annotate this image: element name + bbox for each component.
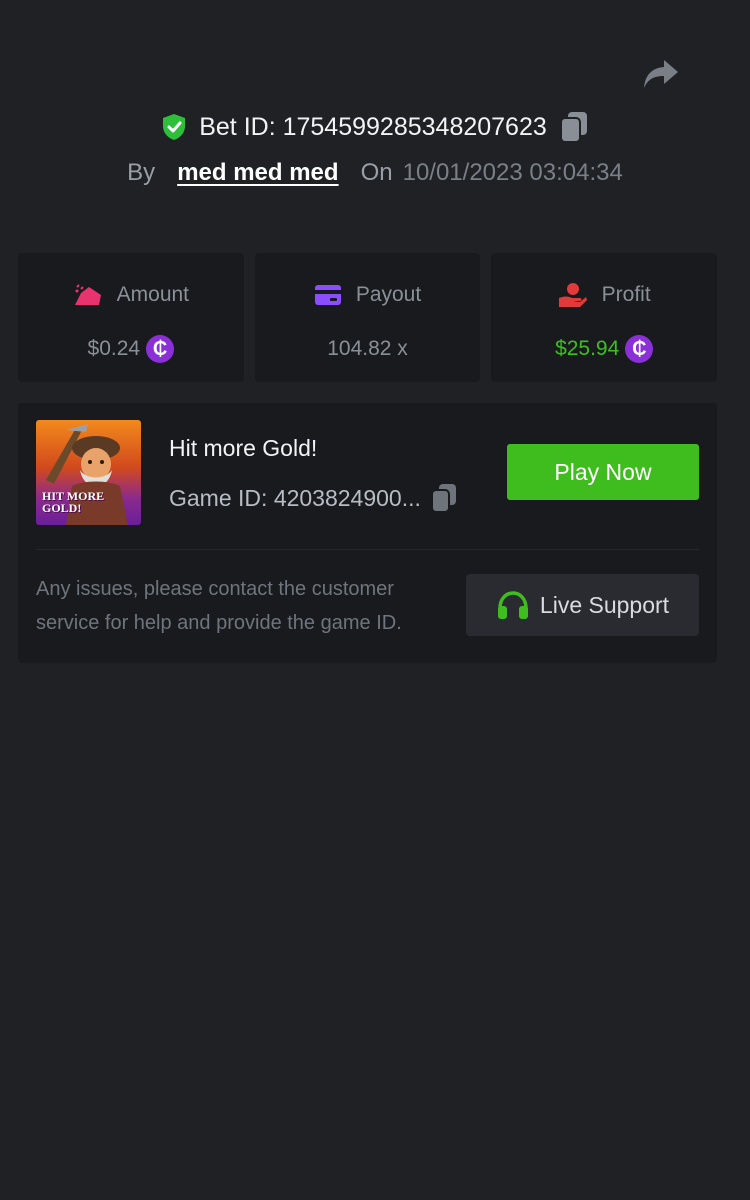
game-thumbnail[interactable]: HIT MORE GOLD! bbox=[36, 420, 141, 525]
stat-amount-value-row: $0.24 ₵ bbox=[88, 332, 175, 366]
amount-icon bbox=[74, 284, 101, 305]
bet-id-text: Bet ID: 1754599285348207623 bbox=[199, 113, 547, 142]
stat-payout-head: Payout bbox=[314, 281, 421, 309]
stat-amount: Amount $0.24 ₵ bbox=[18, 253, 244, 382]
live-support-label: Live Support bbox=[539, 591, 670, 618]
share-icon bbox=[644, 60, 678, 88]
bet-datetime: 10/01/2023 03:04:34 bbox=[402, 159, 623, 186]
stat-profit-head: Profit bbox=[558, 281, 651, 309]
stat-profit-value: $25.94 bbox=[555, 337, 620, 360]
game-card: HIT MORE GOLD! Hit more Gold! Game ID: 4… bbox=[18, 403, 717, 663]
help-text: Any issues, please contact the customer … bbox=[36, 578, 402, 634]
share-button[interactable] bbox=[640, 56, 682, 92]
stat-amount-value: $0.24 bbox=[87, 337, 141, 360]
stat-profit-value-row: $25.94 ₵ bbox=[555, 332, 654, 366]
stat-amount-head: Amount bbox=[73, 281, 189, 309]
copy-bet-id-button[interactable] bbox=[559, 110, 589, 144]
stat-payout: Payout 104.82 x bbox=[254, 253, 481, 382]
headphones-icon bbox=[497, 591, 528, 619]
hand-coin-icon bbox=[558, 283, 587, 307]
by-label: By bbox=[127, 159, 156, 186]
on-label: On bbox=[360, 159, 393, 186]
bet-id-label: Bet ID: bbox=[199, 112, 276, 141]
stat-profit-label: Profit bbox=[601, 283, 651, 306]
copy-icon bbox=[559, 112, 587, 143]
card-icon bbox=[314, 285, 341, 305]
stat-amount-label: Amount bbox=[116, 283, 190, 306]
game-thumbnail-title: HIT MORE GOLD! bbox=[42, 490, 104, 514]
live-support-button[interactable]: Live Support bbox=[466, 574, 699, 636]
game-id-text: Game ID: 4203824900... bbox=[169, 485, 421, 512]
stat-payout-label: Payout bbox=[355, 283, 422, 306]
coin-icon: ₵ bbox=[146, 335, 175, 363]
game-id-row: Game ID: 4203824900... bbox=[169, 481, 459, 515]
bet-meta-row: By med med med On 10/01/2023 03:04:34 bbox=[0, 156, 750, 190]
game-id-label: Game ID: bbox=[169, 484, 268, 511]
copy-game-id-button[interactable] bbox=[429, 481, 459, 515]
stat-payout-value: 104.82 x bbox=[327, 337, 408, 360]
coin-icon: ₵ bbox=[625, 335, 654, 363]
game-thumbnail-line2: GOLD! bbox=[42, 501, 82, 515]
username-link[interactable]: med med med bbox=[177, 159, 338, 187]
copy-icon bbox=[430, 484, 456, 513]
game-id-value: 4203824900... bbox=[273, 484, 421, 511]
verified-shield-icon bbox=[163, 114, 186, 140]
divider bbox=[36, 549, 699, 550]
bet-stats: Amount $0.24 ₵ Payout 104.82 x Profit $2… bbox=[18, 253, 718, 382]
bet-id-row: Bet ID: 1754599285348207623 bbox=[0, 110, 750, 144]
stat-payout-value-row: 104.82 x bbox=[327, 332, 408, 366]
game-title: Hit more Gold! bbox=[169, 435, 318, 461]
stat-profit: Profit $25.94 ₵ bbox=[491, 253, 718, 382]
bet-id-value: 1754599285348207623 bbox=[282, 112, 547, 141]
play-now-button[interactable]: Play Now bbox=[507, 444, 699, 500]
